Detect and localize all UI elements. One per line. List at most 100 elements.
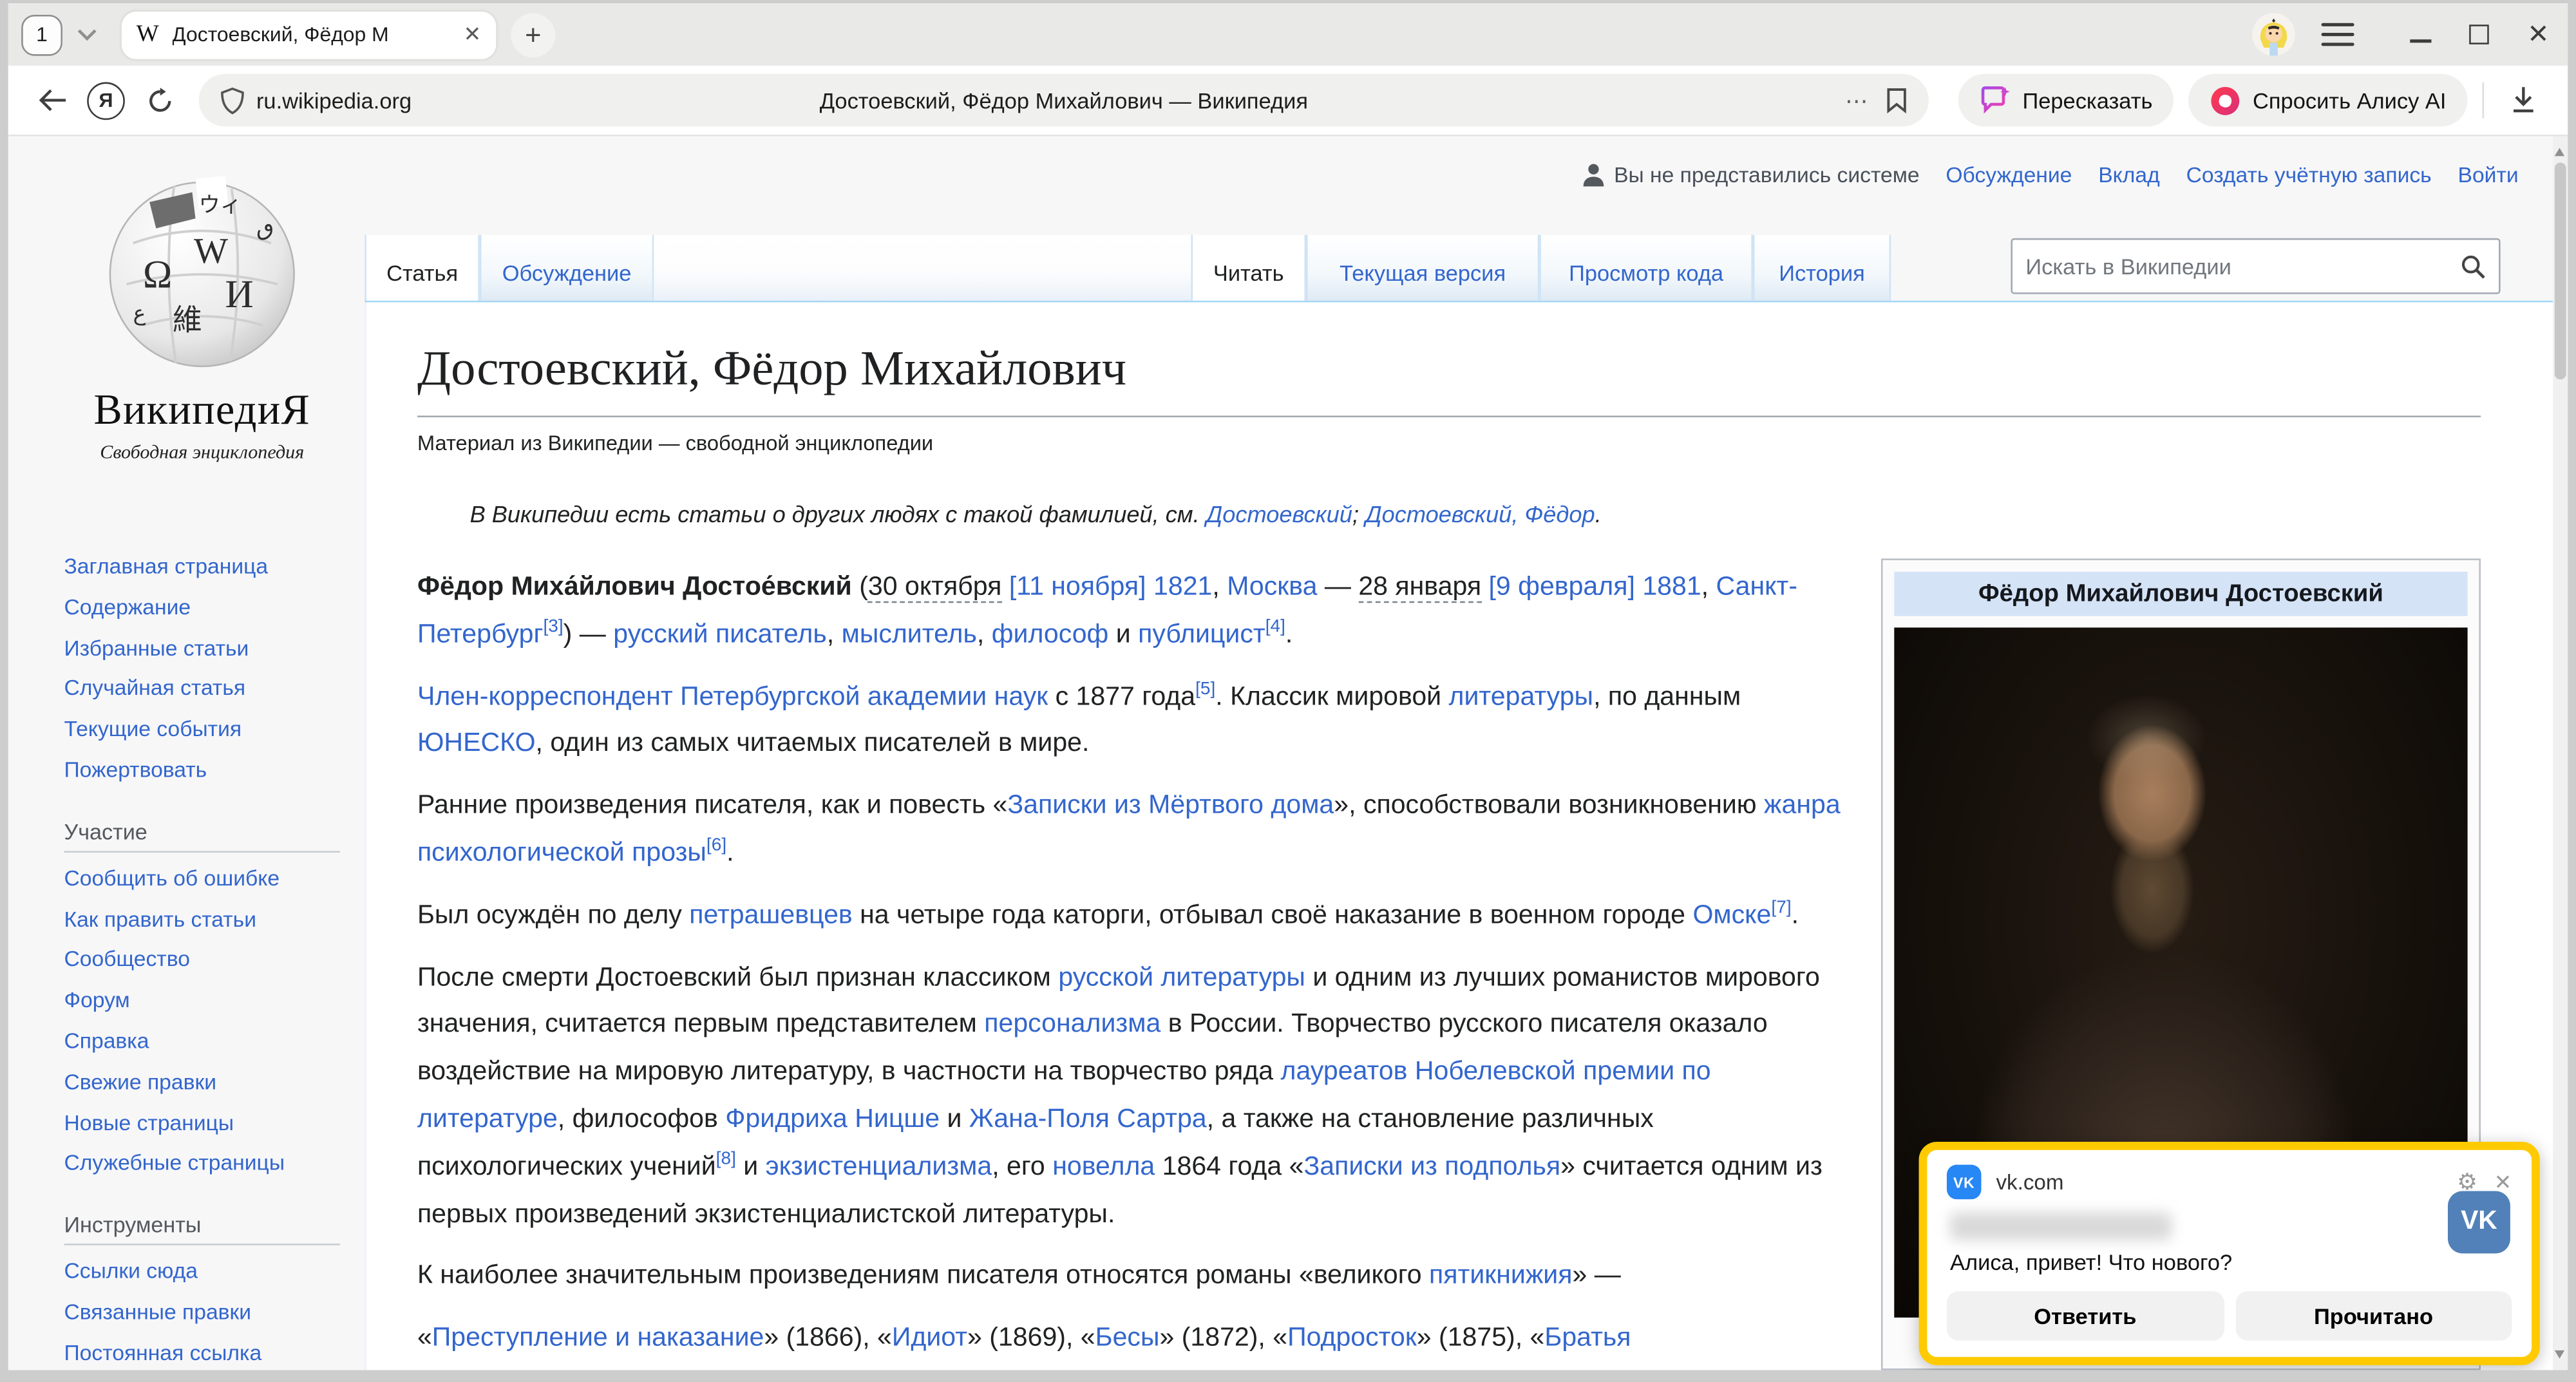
reference-link[interactable]: [3] (543, 617, 563, 637)
article-link[interactable]: [9 февраля] (1489, 572, 1635, 601)
wiki-search-box[interactable] (2011, 238, 2500, 294)
browser-toolbar: Я ru.wikipedia.org Достоевский, Фёдор Ми… (8, 66, 2568, 137)
vk-notification-popup[interactable]: VK vk.com ⚙ ✕ Алиса, привет! Что нового?… (1919, 1142, 2540, 1365)
reference-link[interactable]: [7] (1771, 898, 1791, 918)
article-link[interactable]: Подросток (1287, 1323, 1417, 1352)
reference-link[interactable]: [8] (716, 1149, 736, 1169)
extensions-more-button[interactable]: ⋯ (1845, 86, 1870, 114)
ask-alice-button[interactable]: Спросить Алису AI (2189, 74, 2468, 127)
sidebar-item-what-links-here[interactable]: Ссылки сюда (64, 1252, 359, 1292)
article-link[interactable]: Жана-Поля Сартра (969, 1104, 1207, 1133)
sidebar-item-new-pages[interactable]: Новые страницы (64, 1103, 359, 1144)
article-link[interactable]: литературы (1449, 681, 1594, 711)
tab-read[interactable]: Читать (1191, 235, 1306, 303)
article-link[interactable]: 1881 (1642, 572, 1701, 601)
ask-alice-label: Спросить Алису AI (2253, 88, 2446, 112)
window-restore-button[interactable] (2450, 10, 2509, 59)
browser-menu-button[interactable] (2322, 23, 2354, 46)
personal-link-create-account[interactable]: Создать учётную запись (2186, 163, 2432, 187)
tab-close-icon[interactable]: ✕ (464, 21, 482, 48)
personal-link-contributions[interactable]: Вклад (2098, 163, 2160, 187)
scrollbar-thumb[interactable] (2555, 163, 2566, 380)
yandex-services-button[interactable]: Я (87, 81, 125, 119)
article-link[interactable]: Записки из Мёртвого дома (1007, 791, 1334, 820)
article-link[interactable]: Бесы (1095, 1323, 1160, 1352)
vk-logo: VK (2448, 1191, 2510, 1253)
article-link[interactable]: Москва (1227, 572, 1317, 601)
browser-tab[interactable]: W Достоевский, Фёдор М ✕ (122, 11, 497, 59)
article-link[interactable]: русской литературы (1058, 962, 1305, 992)
vk-reply-button[interactable]: Ответить (1947, 1291, 2224, 1341)
search-icon[interactable] (2461, 254, 2485, 278)
article-link[interactable]: философ (992, 619, 1109, 648)
wikipedia-logo[interactable]: W Ω И 維 ウィ ٯ ع ВикипедиЯ Свободная энцик… (54, 169, 350, 465)
downloads-button[interactable] (2499, 86, 2548, 115)
reload-button[interactable] (135, 86, 184, 114)
scroll-up-arrow-icon[interactable] (2555, 143, 2564, 156)
article-link[interactable]: [11 ноября] (1009, 572, 1146, 601)
sidebar-item-contents[interactable]: Содержание (64, 588, 359, 629)
article-link[interactable]: Братья (1544, 1323, 1631, 1352)
tab-discussion[interactable]: Обсуждение (480, 235, 654, 301)
sidebar-item-related-changes[interactable]: Связанные правки (64, 1293, 359, 1334)
article-link[interactable]: персонализма (984, 1010, 1160, 1039)
sidebar-item-special-pages[interactable]: Служебные страницы (64, 1144, 359, 1184)
tab-view-source[interactable]: Просмотр кода (1539, 235, 1753, 301)
sidebar-header-tools: Инструменты (64, 1213, 340, 1245)
article-link[interactable]: Достоевский (1206, 502, 1352, 528)
article-subtitle: Материал из Википедии — свободной энцикл… (417, 430, 2481, 454)
tab-counter-button[interactable]: 1 (21, 14, 62, 55)
summarize-button[interactable]: Пересказать (1958, 74, 2174, 127)
sidebar-item-forum[interactable]: Форум (64, 981, 359, 1021)
article-link[interactable]: Идиот (892, 1323, 967, 1352)
address-bar[interactable]: ru.wikipedia.org Достоевский, Фёдор Миха… (199, 74, 1929, 127)
reference-link[interactable]: [5] (1195, 679, 1215, 699)
sidebar-item-how-to-edit[interactable]: Как править статьи (64, 900, 359, 940)
article-link[interactable]: петрашевцев (689, 900, 852, 930)
sidebar-item-recent-changes[interactable]: Свежие правки (64, 1063, 359, 1103)
article-link[interactable]: новелла (1052, 1151, 1155, 1181)
article-link[interactable]: Омске (1692, 900, 1771, 930)
article-link[interactable]: русский писатель (613, 619, 827, 648)
window-minimize-button[interactable] (2391, 10, 2450, 59)
tab-article[interactable]: Статья (365, 235, 480, 303)
sidebar-item-help[interactable]: Справка (64, 1022, 359, 1063)
article-link[interactable]: экзистенциализма (766, 1151, 992, 1181)
sidebar-item-permanent-link[interactable]: Постоянная ссылка (64, 1334, 359, 1370)
personal-link-login[interactable]: Войти (2458, 163, 2519, 187)
bookmark-icon[interactable] (1886, 87, 1908, 113)
new-tab-button[interactable]: + (511, 12, 555, 57)
wiki-search-input[interactable] (2012, 254, 2461, 278)
toolbar-divider (2483, 82, 2485, 118)
sidebar-item-report-error[interactable]: Сообщить об ошибке (64, 859, 359, 900)
article-link[interactable]: пятикнижия (1429, 1261, 1572, 1291)
reference-link[interactable]: [6] (706, 836, 726, 856)
tab-current-version[interactable]: Текущая версия (1306, 235, 1539, 301)
tab-list-chevron-button[interactable] (66, 13, 108, 55)
sidebar-item-main-page[interactable]: Заглавная страница (64, 547, 359, 587)
article-link[interactable]: Преступление и наказание (432, 1323, 764, 1352)
article-link[interactable]: Фридриха Ницше (725, 1104, 940, 1133)
article-link[interactable]: публицист (1138, 619, 1265, 648)
article-link[interactable]: Записки из подполья (1303, 1151, 1560, 1181)
personal-link-talk[interactable]: Обсуждение (1946, 163, 2072, 187)
sidebar-item-random[interactable]: Случайная статья (64, 669, 359, 710)
article-link[interactable]: ЮНЕСКО (417, 728, 536, 758)
sidebar-item-featured[interactable]: Избранные статьи (64, 629, 359, 669)
page-scrollbar[interactable] (2553, 137, 2568, 1370)
back-button[interactable] (28, 89, 77, 112)
sidebar-item-current-events[interactable]: Текущие события (64, 710, 359, 751)
article-link[interactable]: Достоевский, Фёдор (1365, 502, 1595, 528)
window-close-button[interactable]: ✕ (2508, 10, 2568, 59)
tab-history[interactable]: История (1753, 235, 1891, 301)
reference-link[interactable]: [4] (1265, 617, 1285, 637)
article-link[interactable]: Член-корреспондент Петербургской академи… (417, 681, 1048, 711)
article-link[interactable]: мыслитель (842, 619, 977, 648)
scroll-down-arrow-icon[interactable] (2555, 1350, 2564, 1363)
profile-avatar[interactable] (2252, 13, 2295, 55)
sidebar-item-community[interactable]: Сообщество (64, 940, 359, 981)
sidebar-item-donate[interactable]: Пожертвовать (64, 751, 359, 791)
vk-mark-read-button[interactable]: Прочитано (2235, 1291, 2512, 1341)
article-link[interactable]: 1821 (1153, 572, 1212, 601)
back-arrow-icon (38, 89, 68, 112)
